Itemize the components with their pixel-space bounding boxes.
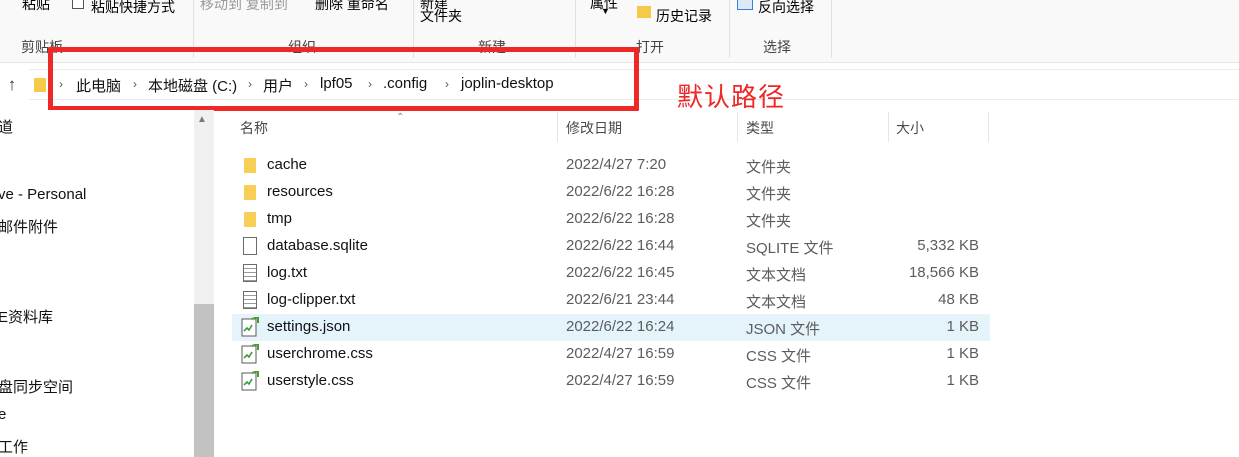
file-date: 2022/6/22 16:28 xyxy=(566,210,675,227)
history-icon xyxy=(637,6,651,18)
file-type: 文件夹 xyxy=(746,159,792,176)
file-size: 1 KB xyxy=(946,372,979,389)
folder-icon xyxy=(244,212,256,227)
folder-icon xyxy=(244,185,256,200)
file-row[interactable]: log.txt 2022/6/22 16:45 文本文档 18,566 KB xyxy=(232,260,990,287)
file-name[interactable]: cache xyxy=(267,156,307,173)
file-date: 2022/6/22 16:44 xyxy=(566,237,675,254)
navigation-pane: 道 ve - Personal 邮件附件 E资料库 盘同步空间 e 工作 xyxy=(0,110,214,457)
file-row[interactable]: database.sqlite 2022/6/22 16:44 SQLITE 文… xyxy=(232,233,990,260)
file-name[interactable]: userchrome.css xyxy=(267,345,373,362)
file-size: 48 KB xyxy=(938,291,979,308)
file-size: 1 KB xyxy=(946,318,979,335)
folder-icon xyxy=(34,78,46,92)
file-date: 2022/6/21 23:44 xyxy=(566,291,675,308)
nav-item-sync-space[interactable]: 盘同步空间 xyxy=(0,376,73,397)
file-name[interactable]: log.txt xyxy=(267,264,307,281)
file-type: 文本文档 xyxy=(746,267,807,284)
column-header-type[interactable]: 类型 xyxy=(746,118,774,148)
chevron-up-icon[interactable]: ▲ xyxy=(197,114,207,125)
css-file-icon xyxy=(241,371,259,391)
file-name[interactable]: database.sqlite xyxy=(267,237,368,254)
nav-item[interactable]: e xyxy=(0,406,6,423)
file-size: 1 KB xyxy=(946,345,979,362)
file-type: SQLITE 文件 xyxy=(746,240,834,257)
text-file-icon xyxy=(243,291,257,309)
file-date: 2022/6/22 16:24 xyxy=(566,318,675,335)
file-row[interactable]: userchrome.css 2022/4/27 16:59 CSS 文件 1 … xyxy=(232,341,990,368)
nav-item-work[interactable]: 工作 xyxy=(0,436,28,457)
file-row-selected[interactable]: settings.json 2022/6/22 16:24 JSON 文件 1 … xyxy=(232,314,990,341)
nav-item-onedrive[interactable]: ve - Personal xyxy=(0,186,86,203)
ribbon-divider xyxy=(831,0,832,58)
file-date: 2022/4/27 7:20 xyxy=(566,156,667,173)
paste-button[interactable]: 粘贴 xyxy=(22,0,50,14)
json-file-icon xyxy=(241,317,259,337)
file-date: 2022/4/27 16:59 xyxy=(566,372,675,389)
column-divider[interactable] xyxy=(557,112,558,142)
up-arrow-icon[interactable]: ↑ xyxy=(3,75,21,95)
new-folder-button[interactable]: 文件夹 xyxy=(420,6,462,26)
column-header-date[interactable]: 修改日期 xyxy=(566,118,622,148)
file-row[interactable]: userstyle.css 2022/4/27 16:59 CSS 文件 1 K… xyxy=(232,368,990,395)
move-copy-to-buttons[interactable]: 移动到 复制到 xyxy=(200,0,288,14)
paste-shortcut-icon xyxy=(72,0,84,9)
nav-scrollbar[interactable]: ▲ xyxy=(194,110,214,457)
file-row[interactable]: tmp 2022/6/22 16:28 文件夹 xyxy=(232,206,990,233)
invert-selection-button[interactable]: 反向选择 xyxy=(758,0,814,17)
open-group-label: 打开 xyxy=(636,39,664,55)
file-name[interactable]: resources xyxy=(267,183,333,200)
file-type: 文件夹 xyxy=(746,213,792,230)
column-divider[interactable] xyxy=(988,112,989,142)
file-type: 文本文档 xyxy=(746,294,807,311)
invert-selection-icon xyxy=(737,0,753,10)
sort-chevron-icon: ⌃ xyxy=(396,112,405,123)
history-button[interactable]: 历史记录 xyxy=(656,6,712,26)
column-header-size[interactable]: 大小 xyxy=(896,118,924,148)
file-date: 2022/6/22 16:28 xyxy=(566,183,675,200)
file-row[interactable]: log-clipper.txt 2022/6/21 23:44 文本文档 48 … xyxy=(232,287,990,314)
paste-shortcut-button[interactable]: 粘贴快捷方式 xyxy=(91,0,175,17)
column-header-name[interactable]: 名称 xyxy=(240,118,268,148)
column-divider[interactable] xyxy=(888,112,889,142)
file-row[interactable]: cache 2022/4/27 7:20 文件夹 xyxy=(232,152,990,179)
file-type: JSON 文件 xyxy=(746,321,821,338)
select-group-label: 选择 xyxy=(763,39,791,55)
folder-icon xyxy=(244,158,256,173)
file-size: 5,332 KB xyxy=(917,237,979,254)
file-icon xyxy=(243,237,257,255)
delete-rename-buttons[interactable]: 删除 重命名 xyxy=(315,0,389,14)
file-name[interactable]: userstyle.css xyxy=(267,372,354,389)
text-file-icon xyxy=(243,264,257,282)
file-date: 2022/6/22 16:45 xyxy=(566,264,675,281)
column-divider[interactable] xyxy=(737,112,738,142)
scrollbar-thumb[interactable] xyxy=(194,304,214,457)
nav-item-library[interactable]: E资料库 xyxy=(0,306,53,327)
chevron-down-icon: ▼ xyxy=(601,6,610,16)
file-type: CSS 文件 xyxy=(746,375,812,392)
file-type: CSS 文件 xyxy=(746,348,812,365)
file-name[interactable]: log-clipper.txt xyxy=(267,291,355,308)
highlight-box xyxy=(48,47,639,111)
ribbon-divider xyxy=(729,0,730,58)
file-date: 2022/4/27 16:59 xyxy=(566,345,675,362)
file-row[interactable]: resources 2022/6/22 16:28 文件夹 xyxy=(232,179,990,206)
nav-item[interactable]: 道 xyxy=(0,116,13,137)
file-name[interactable]: settings.json xyxy=(267,318,350,335)
file-size: 18,566 KB xyxy=(908,264,979,281)
file-type: 文件夹 xyxy=(746,186,792,203)
annotation-label: 默认路径 xyxy=(677,82,786,112)
css-file-icon xyxy=(241,344,259,364)
file-name[interactable]: tmp xyxy=(267,210,292,227)
nav-item-attachments[interactable]: 邮件附件 xyxy=(0,216,58,237)
